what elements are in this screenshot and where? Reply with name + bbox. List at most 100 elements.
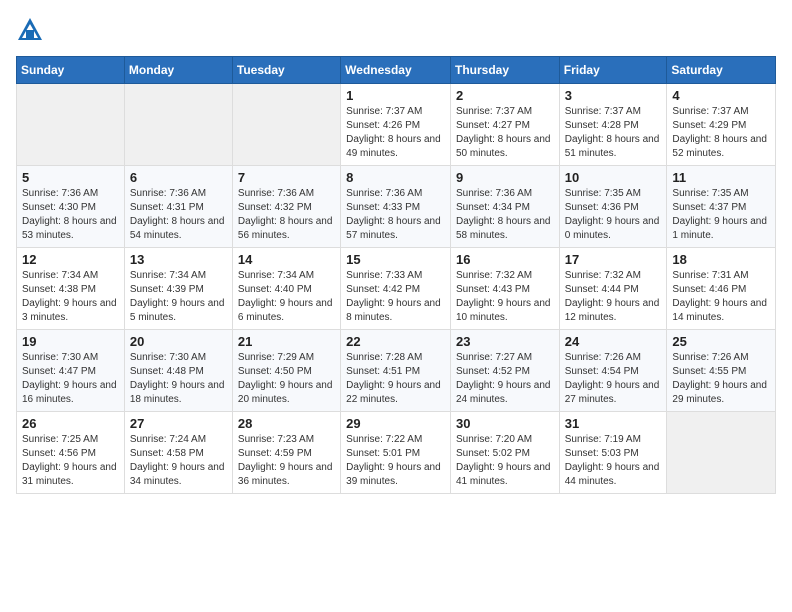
- day-number: 22: [346, 334, 445, 349]
- weekday-header: Saturday: [667, 57, 776, 84]
- weekday-header: Sunday: [17, 57, 125, 84]
- day-info: Sunrise: 7:37 AM Sunset: 4:27 PM Dayligh…: [456, 105, 554, 161]
- calendar-cell: [17, 84, 125, 166]
- day-info: Sunrise: 7:31 AM Sunset: 4:46 PM Dayligh…: [672, 269, 770, 325]
- day-info: Sunrise: 7:20 AM Sunset: 5:02 PM Dayligh…: [456, 433, 554, 489]
- calendar-cell: 12 Sunrise: 7:34 AM Sunset: 4:38 PM Dayli…: [17, 248, 125, 330]
- day-number: 29: [346, 416, 445, 431]
- calendar-cell: 14Sunrise: 7:34 AM Sunset: 4:40 PM Dayli…: [232, 248, 340, 330]
- day-number: 25: [672, 334, 770, 349]
- day-number: 21: [238, 334, 335, 349]
- day-info: Sunrise: 7:36 AM Sunset: 4:30 PM Dayligh…: [22, 187, 119, 243]
- day-number: 7: [238, 170, 335, 185]
- calendar-week-row: 26Sunrise: 7:25 AM Sunset: 4:56 PM Dayli…: [17, 412, 776, 494]
- weekday-header: Thursday: [450, 57, 559, 84]
- calendar-header-row: SundayMondayTuesdayWednesdayThursdayFrid…: [17, 57, 776, 84]
- calendar-cell: 8 Sunrise: 7:36 AM Sunset: 4:33 PM Daylig…: [341, 166, 451, 248]
- day-info: Sunrise: 7:30 AM Sunset: 4:48 PM Dayligh…: [130, 351, 227, 407]
- calendar-cell: 5 Sunrise: 7:36 AM Sunset: 4:30 PM Daylig…: [17, 166, 125, 248]
- calendar-cell: 26Sunrise: 7:25 AM Sunset: 4:56 PM Dayli…: [17, 412, 125, 494]
- day-number: 15: [346, 252, 445, 267]
- day-number: 30: [456, 416, 554, 431]
- day-number: 17: [565, 252, 662, 267]
- day-info: Sunrise: 7:28 AM Sunset: 4:51 PM Dayligh…: [346, 351, 445, 407]
- day-info: Sunrise: 7:27 AM Sunset: 4:52 PM Dayligh…: [456, 351, 554, 407]
- day-info: Sunrise: 7:36 AM Sunset: 4:33 PM Dayligh…: [346, 187, 445, 243]
- calendar-cell: 3 Sunrise: 7:37 AM Sunset: 4:28 PM Daylig…: [559, 84, 667, 166]
- calendar-cell: [124, 84, 232, 166]
- day-info: Sunrise: 7:34 AM Sunset: 4:39 PM Dayligh…: [130, 269, 227, 325]
- calendar-cell: 4 Sunrise: 7:37 AM Sunset: 4:29 PM Daylig…: [667, 84, 776, 166]
- day-info: Sunrise: 7:33 AM Sunset: 4:42 PM Dayligh…: [346, 269, 445, 325]
- logo-icon: [16, 16, 44, 44]
- calendar-cell: 13 Sunrise: 7:34 AM Sunset: 4:39 PM Dayli…: [124, 248, 232, 330]
- weekday-header: Tuesday: [232, 57, 340, 84]
- calendar-cell: 7Sunrise: 7:36 AM Sunset: 4:32 PM Daylig…: [232, 166, 340, 248]
- day-number: 27: [130, 416, 227, 431]
- day-info: Sunrise: 7:32 AM Sunset: 4:44 PM Dayligh…: [565, 269, 662, 325]
- calendar-table: SundayMondayTuesdayWednesdayThursdayFrid…: [16, 56, 776, 494]
- day-info: Sunrise: 7:26 AM Sunset: 4:54 PM Dayligh…: [565, 351, 662, 407]
- day-number: 16: [456, 252, 554, 267]
- calendar-cell: 6 Sunrise: 7:36 AM Sunset: 4:31 PM Daylig…: [124, 166, 232, 248]
- logo: [16, 16, 48, 44]
- day-info: Sunrise: 7:30 AM Sunset: 4:47 PM Dayligh…: [22, 351, 119, 407]
- day-info: Sunrise: 7:34 AM Sunset: 4:38 PM Dayligh…: [22, 269, 119, 325]
- day-number: 26: [22, 416, 119, 431]
- calendar-cell: 15 Sunrise: 7:33 AM Sunset: 4:42 PM Dayli…: [341, 248, 451, 330]
- calendar-cell: 23 Sunrise: 7:27 AM Sunset: 4:52 PM Dayli…: [450, 330, 559, 412]
- calendar-cell: 24Sunrise: 7:26 AM Sunset: 4:54 PM Dayli…: [559, 330, 667, 412]
- weekday-header: Wednesday: [341, 57, 451, 84]
- calendar-cell: 11 Sunrise: 7:35 AM Sunset: 4:37 PM Dayli…: [667, 166, 776, 248]
- day-info: Sunrise: 7:36 AM Sunset: 4:31 PM Dayligh…: [130, 187, 227, 243]
- weekday-header: Friday: [559, 57, 667, 84]
- day-info: Sunrise: 7:35 AM Sunset: 4:36 PM Dayligh…: [565, 187, 662, 243]
- calendar-cell: 18Sunrise: 7:31 AM Sunset: 4:46 PM Dayli…: [667, 248, 776, 330]
- day-info: Sunrise: 7:19 AM Sunset: 5:03 PM Dayligh…: [565, 433, 662, 489]
- day-number: 13: [130, 252, 227, 267]
- calendar-cell: 10 Sunrise: 7:35 AM Sunset: 4:36 PM Dayli…: [559, 166, 667, 248]
- calendar-cell: [232, 84, 340, 166]
- day-number: 4: [672, 88, 770, 103]
- calendar-cell: 16 Sunrise: 7:32 AM Sunset: 4:43 PM Dayli…: [450, 248, 559, 330]
- day-number: 5: [22, 170, 119, 185]
- calendar-week-row: 12 Sunrise: 7:34 AM Sunset: 4:38 PM Dayli…: [17, 248, 776, 330]
- calendar-cell: 21 Sunrise: 7:29 AM Sunset: 4:50 PM Dayli…: [232, 330, 340, 412]
- calendar-cell: 25 Sunrise: 7:26 AM Sunset: 4:55 PM Dayli…: [667, 330, 776, 412]
- calendar-cell: 17 Sunrise: 7:32 AM Sunset: 4:44 PM Dayli…: [559, 248, 667, 330]
- page-header: [16, 16, 776, 44]
- day-info: Sunrise: 7:37 AM Sunset: 4:29 PM Dayligh…: [672, 105, 770, 161]
- calendar-cell: 28Sunrise: 7:23 AM Sunset: 4:59 PM Dayli…: [232, 412, 340, 494]
- day-info: Sunrise: 7:22 AM Sunset: 5:01 PM Dayligh…: [346, 433, 445, 489]
- day-info: Sunrise: 7:24 AM Sunset: 4:58 PM Dayligh…: [130, 433, 227, 489]
- day-number: 11: [672, 170, 770, 185]
- day-number: 3: [565, 88, 662, 103]
- day-number: 31: [565, 416, 662, 431]
- day-info: Sunrise: 7:29 AM Sunset: 4:50 PM Dayligh…: [238, 351, 335, 407]
- calendar-week-row: 19 Sunrise: 7:30 AM Sunset: 4:47 PM Dayli…: [17, 330, 776, 412]
- calendar-cell: 27 Sunrise: 7:24 AM Sunset: 4:58 PM Dayli…: [124, 412, 232, 494]
- calendar-cell: 22 Sunrise: 7:28 AM Sunset: 4:51 PM Dayli…: [341, 330, 451, 412]
- calendar-cell: 31 Sunrise: 7:19 AM Sunset: 5:03 PM Dayli…: [559, 412, 667, 494]
- day-info: Sunrise: 7:32 AM Sunset: 4:43 PM Dayligh…: [456, 269, 554, 325]
- day-number: 1: [346, 88, 445, 103]
- day-number: 19: [22, 334, 119, 349]
- day-number: 2: [456, 88, 554, 103]
- day-info: Sunrise: 7:23 AM Sunset: 4:59 PM Dayligh…: [238, 433, 335, 489]
- day-number: 12: [22, 252, 119, 267]
- day-info: Sunrise: 7:37 AM Sunset: 4:28 PM Dayligh…: [565, 105, 662, 161]
- day-number: 8: [346, 170, 445, 185]
- day-number: 6: [130, 170, 227, 185]
- calendar-cell: 30 Sunrise: 7:20 AM Sunset: 5:02 PM Dayli…: [450, 412, 559, 494]
- calendar-cell: 20Sunrise: 7:30 AM Sunset: 4:48 PM Dayli…: [124, 330, 232, 412]
- day-number: 14: [238, 252, 335, 267]
- day-info: Sunrise: 7:36 AM Sunset: 4:34 PM Dayligh…: [456, 187, 554, 243]
- day-info: Sunrise: 7:35 AM Sunset: 4:37 PM Dayligh…: [672, 187, 770, 243]
- day-info: Sunrise: 7:26 AM Sunset: 4:55 PM Dayligh…: [672, 351, 770, 407]
- day-number: 10: [565, 170, 662, 185]
- calendar-cell: 29 Sunrise: 7:22 AM Sunset: 5:01 PM Dayli…: [341, 412, 451, 494]
- day-number: 23: [456, 334, 554, 349]
- day-number: 9: [456, 170, 554, 185]
- weekday-header: Monday: [124, 57, 232, 84]
- calendar-week-row: 5 Sunrise: 7:36 AM Sunset: 4:30 PM Daylig…: [17, 166, 776, 248]
